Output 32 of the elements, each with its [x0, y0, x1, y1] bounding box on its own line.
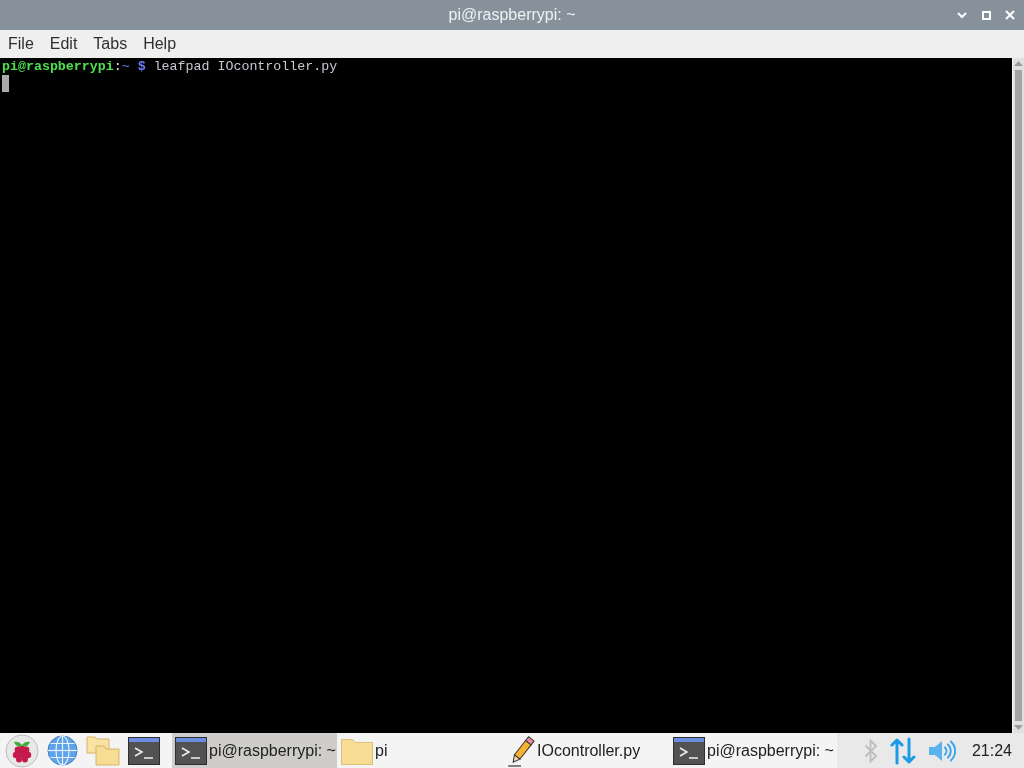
browser-button[interactable] [46, 733, 79, 768]
up-down-arrows-icon[interactable] [889, 736, 916, 765]
scrollbar-thumb[interactable] [1015, 70, 1022, 721]
text-cursor [2, 75, 9, 92]
menu-item[interactable]: File [0, 30, 42, 58]
taskbar-window-button[interactable]: pi [338, 733, 503, 768]
terminal-icon [673, 736, 705, 765]
pencil-icon [507, 734, 535, 767]
command-line: pi@raspberrypi:~ $ leafpad IOcontroller.py [2, 58, 338, 75]
caret-up-icon[interactable] [1014, 61, 1023, 66]
square-icon [981, 10, 991, 20]
clock: 21:24 [971, 741, 1012, 760]
window-title: pi@raspberrypi: ~ [448, 6, 576, 24]
terminal-icon [128, 736, 160, 765]
taskbar-window-button[interactable]: IOcontroller.py [504, 733, 669, 768]
close-icon [1005, 10, 1015, 20]
folders-icon [86, 735, 120, 766]
close-button[interactable] [1003, 8, 1017, 22]
taskbar-window-button[interactable]: pi@raspberrypi: ~ [670, 733, 835, 768]
folder-icon [341, 736, 373, 765]
taskbar-window-button[interactable]: pi@raspberrypi: ~ [172, 733, 337, 768]
chevron-down-icon [957, 11, 967, 19]
menu-item[interactable]: Edit [41, 30, 86, 58]
menu-button[interactable] [4, 733, 40, 768]
menu-item[interactable]: Help [135, 30, 185, 58]
bluetooth-icon[interactable] [863, 737, 878, 764]
scrollbar[interactable] [1012, 58, 1024, 733]
maximize-button[interactable] [979, 8, 993, 22]
menu-item[interactable]: Tabs [85, 30, 136, 58]
file-manager-button[interactable] [85, 733, 121, 768]
caret-down-icon[interactable] [1014, 725, 1023, 730]
terminal-icon [175, 736, 207, 765]
